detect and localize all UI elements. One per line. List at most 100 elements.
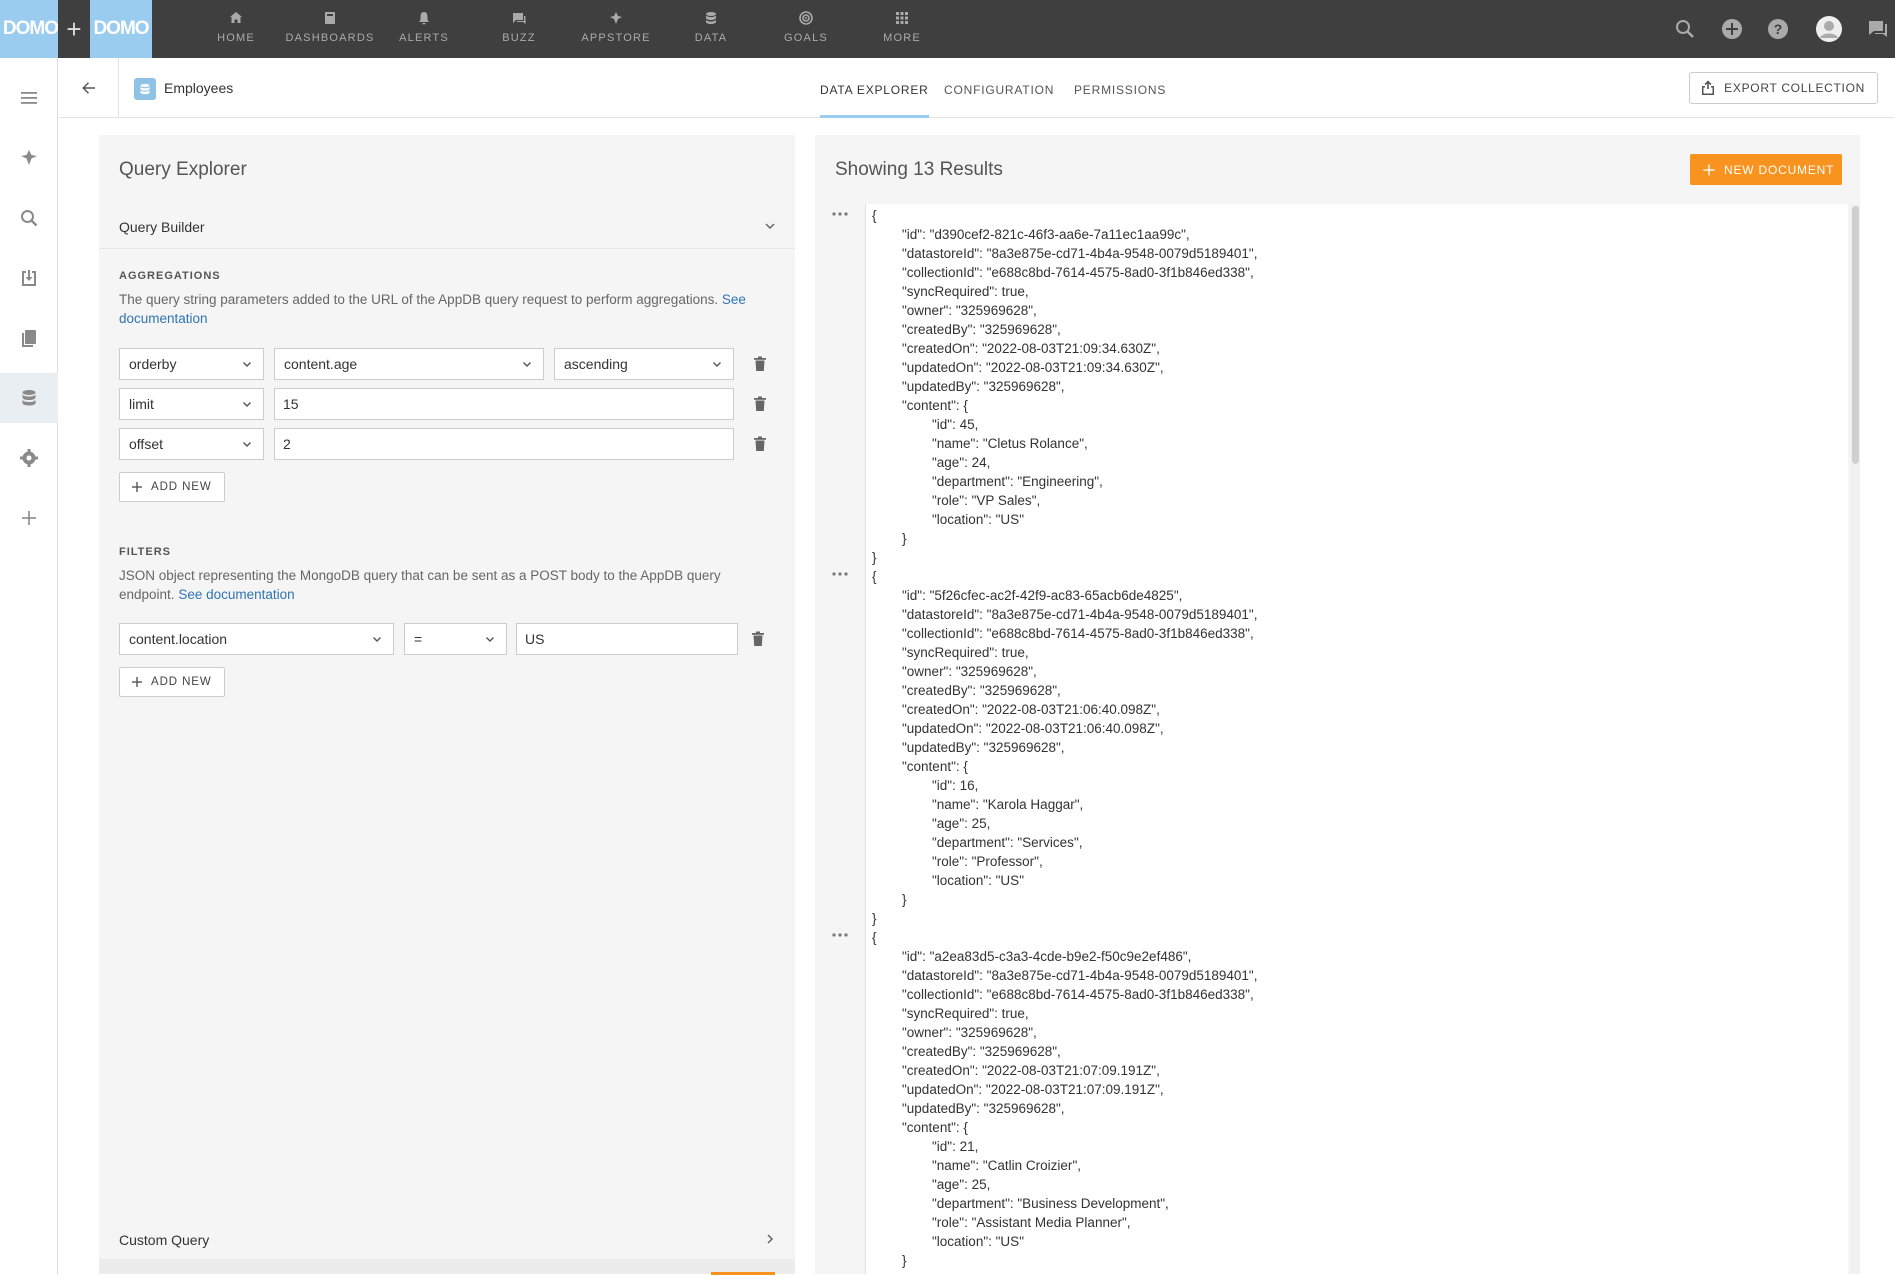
query-builder-header[interactable]: Query Builder: [99, 203, 795, 249]
json-line: "updatedBy": "325969628",: [902, 740, 1065, 755]
gear-icon[interactable]: [0, 433, 58, 483]
domo-logo[interactable]: DOMO: [0, 0, 58, 58]
messages-icon[interactable]: [1866, 17, 1890, 41]
nav-data[interactable]: DATA: [666, 10, 756, 44]
json-value: 8a3e875e-cd71-4b4a-9548-0079d5189401: [991, 607, 1249, 622]
nav-dashboards[interactable]: DASHBOARDS: [285, 10, 375, 44]
menu-icon[interactable]: [0, 73, 58, 123]
custom-query-header[interactable]: Custom Query: [99, 1218, 795, 1264]
avatar[interactable]: [1815, 15, 1843, 43]
filter-value-input[interactable]: US: [516, 623, 738, 655]
trash-icon[interactable]: [753, 436, 767, 452]
json-key: "owner": ": [902, 303, 961, 318]
export-collection-button[interactable]: EXPORT COLLECTION: [1689, 72, 1878, 104]
json-key: "syncRequired":: [902, 284, 1002, 299]
document-menu-icon[interactable]: [831, 211, 849, 217]
filter-field-select[interactable]: content.location: [119, 623, 394, 655]
trash-icon[interactable]: [751, 631, 765, 647]
json-line: "collectionId": "e688c8bd-7614-4575-8ad0…: [902, 626, 1254, 641]
panel-footer: [99, 1259, 795, 1274]
json-line: "id": "d390cef2-821c-46f3-aa6e-7a11ec1aa…: [902, 227, 1190, 242]
tab-permissions[interactable]: PERMISSIONS: [1074, 83, 1166, 118]
nav-label: ALERTS: [399, 32, 449, 44]
scrollbar-thumb[interactable]: [1852, 206, 1859, 464]
json-document[interactable]: {"id": "d390cef2-821c-46f3-aa6e-7a11ec1a…: [872, 206, 1257, 567]
aggregation-value-select[interactable]: content.age: [274, 348, 544, 380]
filter-operator-select[interactable]: =: [404, 623, 507, 655]
nav-more[interactable]: MORE: [857, 10, 947, 44]
new-document-button[interactable]: NEW DOCUMENT: [1690, 154, 1842, 185]
json-key: "createdOn": ": [902, 341, 987, 356]
add-icon[interactable]: [0, 493, 58, 543]
search-icon[interactable]: [0, 193, 58, 243]
document-menu-icon[interactable]: [831, 932, 849, 938]
nav-label: GOALS: [784, 32, 828, 44]
export-label: EXPORT COLLECTION: [1724, 81, 1865, 95]
json-value: 325969628: [988, 1101, 1057, 1116]
json-line: "updatedOn": "2022-08-03T21:07:09.191Z",: [902, 1082, 1164, 1097]
see-documentation-link[interactable]: See documentation: [178, 587, 294, 602]
json-value: d390cef2-821c-46f3-aa6e-7a11ec1aa99c: [934, 227, 1182, 242]
appstore-icon[interactable]: [0, 133, 58, 183]
nav-label: BUZZ: [502, 32, 536, 44]
back-button[interactable]: [59, 58, 119, 118]
json-line: "content": {: [902, 759, 968, 774]
add-aggregation-button[interactable]: ADD NEW: [119, 472, 225, 502]
json-key: "syncRequired":: [902, 1006, 1002, 1021]
aggregation-param-select[interactable]: orderby: [119, 348, 264, 380]
limit-input[interactable]: 15: [274, 388, 734, 420]
json-line: "location": "US": [932, 873, 1024, 888]
nav-appstore[interactable]: APPSTORE: [571, 10, 661, 44]
json-value: 2022-08-03T21:09:34.630Z: [990, 360, 1156, 375]
offset-input[interactable]: 2: [274, 428, 734, 460]
instance-logo[interactable]: DOMO: [90, 0, 152, 58]
button-label: ADD NEW: [151, 676, 212, 688]
nav-goals[interactable]: GOALS: [761, 10, 851, 44]
json-value: 2022-08-03T21:06:40.098Z: [990, 721, 1156, 736]
json-document[interactable]: {"id": "a2ea83d5-c3a3-4cde-b9e2-f50c9e2e…: [872, 928, 1257, 1274]
import-icon[interactable]: [0, 253, 58, 303]
trash-icon[interactable]: [753, 396, 767, 412]
json-key: "updatedBy": ": [902, 740, 989, 755]
documents-icon[interactable]: [0, 313, 58, 363]
json-line: }: [902, 531, 907, 546]
json-key: "collectionId": ": [902, 987, 992, 1002]
json-value: a2ea83d5-c3a3-4cde-b9e2-f50c9e2ef486: [934, 949, 1183, 964]
json-line: }: [902, 1253, 907, 1268]
json-line: "department": "Business Development",: [932, 1196, 1169, 1211]
tab-data-explorer[interactable]: DATA EXPLORER: [820, 83, 929, 118]
search-icon[interactable]: [1673, 17, 1697, 41]
json-line: "datastoreId": "8a3e875e-cd71-4b4a-9548-…: [902, 246, 1258, 261]
select-value: offset: [129, 436, 163, 452]
nav-alerts[interactable]: ALERTS: [379, 10, 469, 44]
tab-configuration[interactable]: CONFIGURATION: [944, 83, 1054, 118]
json-value: US: [1000, 512, 1020, 527]
nav-home[interactable]: HOME: [191, 10, 281, 44]
json-line: "id": 16,: [932, 778, 979, 793]
trash-icon[interactable]: [753, 356, 767, 372]
add-circle-icon[interactable]: [1720, 17, 1744, 41]
json-value: Assistant Media Planner: [976, 1215, 1122, 1230]
help-icon[interactable]: ?: [1766, 17, 1790, 41]
nav-buzz[interactable]: BUZZ: [474, 10, 564, 44]
json-key: "createdOn": ": [902, 1063, 987, 1078]
json-document[interactable]: {"id": "5f26cfec-ac2f-42f9-ac83-65acb6de…: [872, 567, 1257, 928]
json-key: "createdOn": ": [902, 702, 987, 717]
database-icon[interactable]: [0, 373, 58, 423]
json-value: true: [1001, 284, 1025, 299]
json-line: "content": {: [902, 398, 968, 413]
json-line: "content": {: [902, 1120, 968, 1135]
json-value: 2022-08-03T21:07:09.191Z: [990, 1082, 1156, 1097]
json-line: "age": 24,: [932, 455, 991, 470]
select-value: content.location: [129, 631, 228, 647]
json-value: 21: [959, 1139, 975, 1154]
json-key: "name": ": [932, 436, 988, 451]
aggregation-param-select[interactable]: offset: [119, 428, 264, 460]
document-menu-icon[interactable]: [831, 571, 849, 577]
sort-order-select[interactable]: ascending: [554, 348, 734, 380]
json-key: "location": ": [932, 512, 1001, 527]
add-filter-button[interactable]: ADD NEW: [119, 667, 225, 697]
json-line: }: [902, 892, 907, 907]
json-line: "id": 21,: [932, 1139, 979, 1154]
aggregation-param-select[interactable]: limit: [119, 388, 264, 420]
